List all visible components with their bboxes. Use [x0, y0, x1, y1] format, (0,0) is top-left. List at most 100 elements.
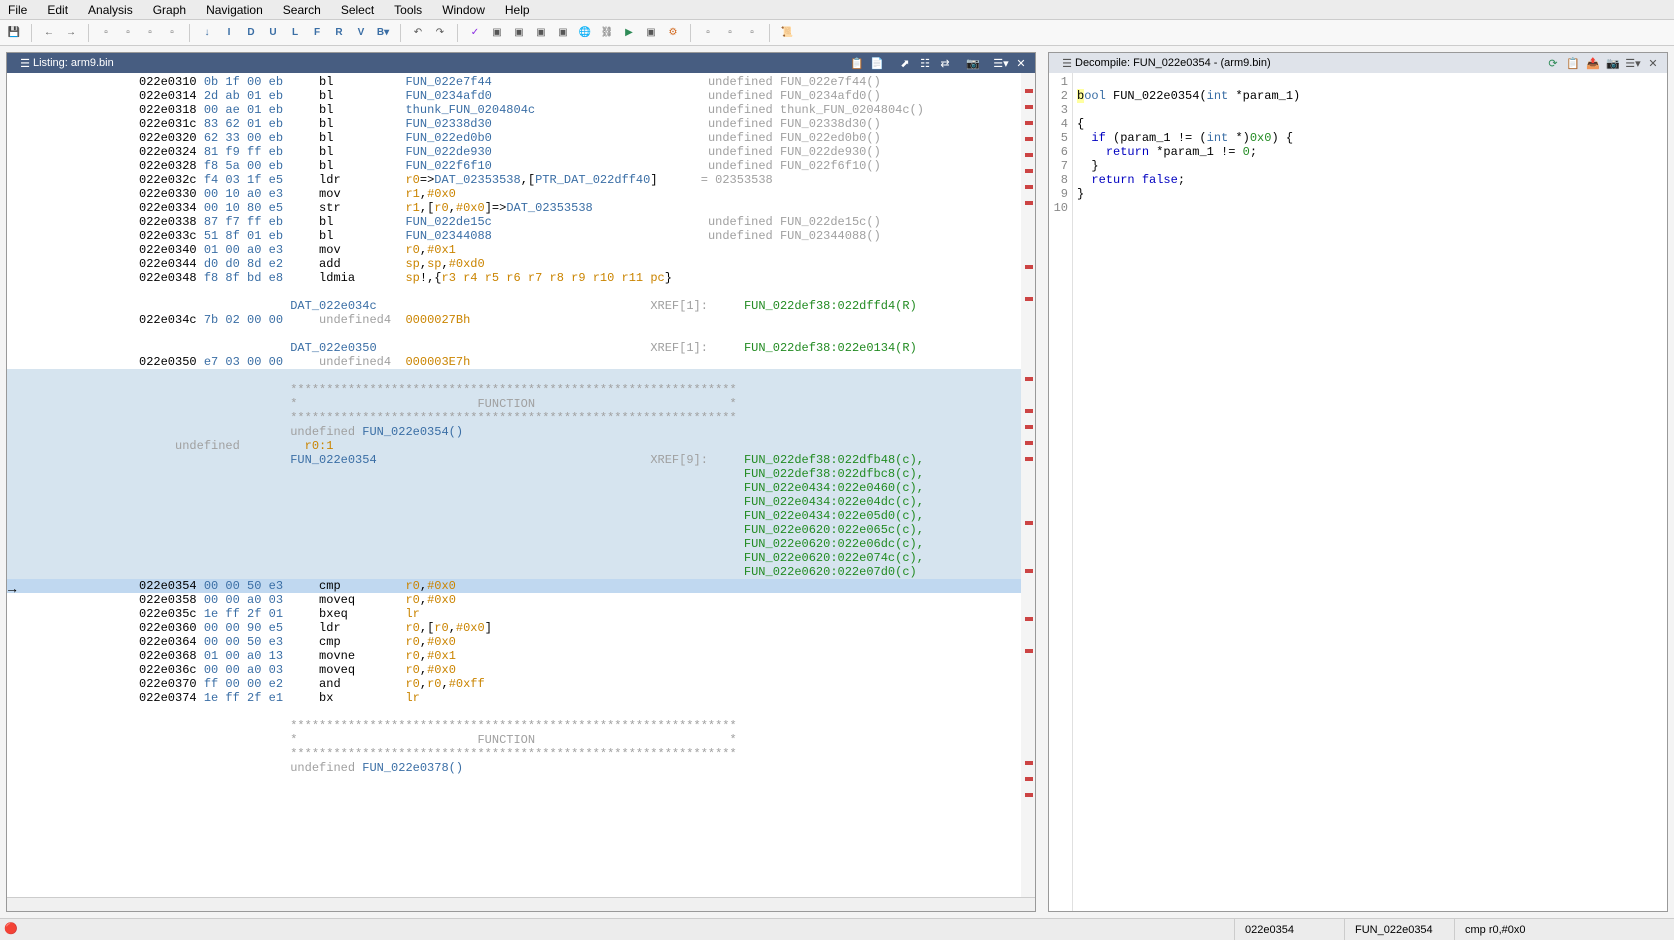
marker[interactable] — [1025, 649, 1033, 653]
instruction-line[interactable]: 022e033c 51 8f 01 eb bl FUN_02344088 und… — [7, 229, 1035, 243]
data-label[interactable]: DAT_022e034c XREF[1]: FUN_022def38:022df… — [7, 299, 1035, 313]
marker[interactable] — [1025, 185, 1033, 189]
ic1-icon[interactable]: ▣ — [489, 25, 505, 41]
xref-cont[interactable]: FUN_022def38:022dfbc8(c), — [7, 467, 1035, 481]
dc-snapshot-icon[interactable]: 📷 — [1605, 55, 1621, 71]
menu-navigation[interactable]: Navigation — [206, 3, 263, 17]
instruction-line[interactable]: 022e0314 2d ab 01 eb bl FUN_0234afd0 und… — [7, 89, 1035, 103]
i-icon[interactable]: I — [221, 25, 237, 41]
win3-icon[interactable]: ▫ — [744, 25, 760, 41]
code-line[interactable] — [1077, 201, 1667, 215]
instruction-line[interactable]: 022e036c 00 00 a0 03 moveq r0,#0x0 — [7, 663, 1035, 677]
arrow-down-icon[interactable]: ↓ — [199, 25, 215, 41]
dc-options-icon[interactable]: ☰▾ — [1625, 55, 1641, 71]
marker[interactable] — [1025, 777, 1033, 781]
marker[interactable] — [1025, 137, 1033, 141]
instruction-line[interactable]: 022e0360 00 00 90 e5 ldr r0,[r0,#0x0] — [7, 621, 1035, 635]
menu-help[interactable]: Help — [505, 3, 530, 17]
function-sig[interactable]: undefined FUN_022e0354() — [7, 425, 1035, 439]
menu-edit[interactable]: Edit — [47, 3, 68, 17]
listing-view[interactable]: 022e0310 0b 1f 00 eb bl FUN_022e7f44 und… — [7, 73, 1035, 897]
marker[interactable] — [1025, 169, 1033, 173]
instruction-line[interactable]: 022e034c 7b 02 00 00 undefined4 0000027B… — [7, 313, 1035, 327]
menu-tools[interactable]: Tools — [394, 3, 422, 17]
code-line[interactable] — [1077, 75, 1667, 89]
f-icon[interactable]: F — [309, 25, 325, 41]
instruction-line[interactable]: 022e0370 ff 00 00 e2 and r0,r0,#0xff — [7, 677, 1035, 691]
pointer-icon[interactable]: ⬈ — [897, 55, 913, 71]
instruction-line[interactable]: 022e032c f4 03 1f e5 ldr r0=>DAT_0235353… — [7, 173, 1035, 187]
instruction-line[interactable]: 022e035c 1e ff 2f 01 bxeq lr — [7, 607, 1035, 621]
function-sig[interactable]: undefined FUN_022e0378() — [7, 761, 1035, 775]
redo-icon[interactable]: ↷ — [432, 25, 448, 41]
instruction-line[interactable]: 022e0350 e7 03 00 00 undefined4 000003E7… — [7, 355, 1035, 369]
code-line[interactable]: if (param_1 != (int *)0x0) { — [1077, 131, 1667, 145]
close-listing-icon[interactable]: ✕ — [1013, 55, 1029, 71]
marker[interactable] — [1025, 201, 1033, 205]
instruction-line[interactable]: 022e0344 d0 d0 8d e2 add sp,sp,#0xd0 — [7, 257, 1035, 271]
menu-graph[interactable]: Graph — [153, 3, 186, 17]
instruction-line[interactable]: 022e0348 f8 8f bd e8 ldmia sp!,{r3 r4 r5… — [7, 271, 1035, 285]
win1-icon[interactable]: ▫ — [700, 25, 716, 41]
xref-cont[interactable]: FUN_022e0620:022e074c(c), — [7, 551, 1035, 565]
code-line[interactable]: return false; — [1077, 173, 1667, 187]
check-icon[interactable]: ✓ — [467, 25, 483, 41]
run-icon[interactable]: ▶ — [621, 25, 637, 41]
listing-hscroll[interactable] — [7, 897, 1035, 911]
fwd-icon[interactable]: → — [63, 25, 79, 41]
instruction-line[interactable]: 022e0328 f8 5a 00 eb bl FUN_022f6f10 und… — [7, 159, 1035, 173]
u-icon[interactable]: U — [265, 25, 281, 41]
script-icon[interactable]: 📜 — [779, 25, 795, 41]
decompile-code[interactable]: bool FUN_022e0354(int *param_1) { if (pa… — [1073, 73, 1667, 911]
instruction-line[interactable]: 022e0354 00 00 50 e3 cmp r0,#0x0 — [7, 579, 1035, 593]
instruction-line[interactable]: 022e0338 87 f7 ff eb bl FUN_022de15c und… — [7, 215, 1035, 229]
instruction-line[interactable]: 022e031c 83 62 01 eb bl FUN_02338d30 und… — [7, 117, 1035, 131]
instruction-line[interactable]: 022e0368 01 00 a0 13 movne r0,#0x1 — [7, 649, 1035, 663]
marker[interactable] — [1025, 153, 1033, 157]
marker[interactable] — [1025, 425, 1033, 429]
nav4-icon[interactable]: ▫ — [164, 25, 180, 41]
xref-cont[interactable]: FUN_022e0620:022e07d0(c) — [7, 565, 1035, 579]
marker[interactable] — [1025, 409, 1033, 413]
nav3-icon[interactable]: ▫ — [142, 25, 158, 41]
marker[interactable] — [1025, 441, 1033, 445]
menu-window[interactable]: Window — [442, 3, 485, 17]
b-icon[interactable]: B▾ — [375, 25, 391, 41]
dc-copy-icon[interactable]: 📋 — [1565, 55, 1581, 71]
xref-cont[interactable]: FUN_022e0434:022e0460(c), — [7, 481, 1035, 495]
code-line[interactable]: return *param_1 != 0; — [1077, 145, 1667, 159]
code-line[interactable]: bool FUN_022e0354(int *param_1) — [1077, 89, 1667, 103]
instruction-line[interactable]: 022e0364 00 00 50 e3 cmp r0,#0x0 — [7, 635, 1035, 649]
copy-icon[interactable]: 📋 — [849, 55, 865, 71]
marker[interactable] — [1025, 89, 1033, 93]
data-label[interactable]: DAT_022e0350 XREF[1]: FUN_022def38:022e0… — [7, 341, 1035, 355]
nav2-icon[interactable]: ▫ — [120, 25, 136, 41]
menu-analysis[interactable]: Analysis — [88, 3, 133, 17]
marker[interactable] — [1025, 105, 1033, 109]
menu-search[interactable]: Search — [283, 3, 321, 17]
decompile-view[interactable]: 12345678910 bool FUN_022e0354(int *param… — [1049, 73, 1667, 911]
ic2-icon[interactable]: ▣ — [511, 25, 527, 41]
dc-export-icon[interactable]: 📤 — [1585, 55, 1601, 71]
instruction-line[interactable]: 022e0310 0b 1f 00 eb bl FUN_022e7f44 und… — [7, 75, 1035, 89]
code-line[interactable]: } — [1077, 159, 1667, 173]
undo-icon[interactable]: ↶ — [410, 25, 426, 41]
marker[interactable] — [1025, 121, 1033, 125]
xref-cont[interactable]: FUN_022e0620:022e065c(c), — [7, 523, 1035, 537]
win2-icon[interactable]: ▫ — [722, 25, 738, 41]
instruction-line[interactable]: 022e0320 62 33 00 eb bl FUN_022ed0b0 und… — [7, 131, 1035, 145]
save-icon[interactable]: 💾 — [6, 25, 22, 41]
stop-icon[interactable]: ▣ — [643, 25, 659, 41]
menu-file[interactable]: File — [8, 3, 27, 17]
nav1-icon[interactable]: ▫ — [98, 25, 114, 41]
d-icon[interactable]: D — [243, 25, 259, 41]
instruction-line[interactable]: 022e0374 1e ff 2f e1 bx lr — [7, 691, 1035, 705]
graph-icon[interactable]: ⛓ — [599, 25, 615, 41]
refresh-icon[interactable]: ⟳ — [1545, 55, 1561, 71]
marker[interactable] — [1025, 377, 1033, 381]
code-line[interactable]: { — [1077, 117, 1667, 131]
v-icon[interactable]: V — [353, 25, 369, 41]
marker[interactable] — [1025, 297, 1033, 301]
xref-cont[interactable]: FUN_022e0434:022e04dc(c), — [7, 495, 1035, 509]
options-icon[interactable]: ☰▾ — [993, 55, 1009, 71]
